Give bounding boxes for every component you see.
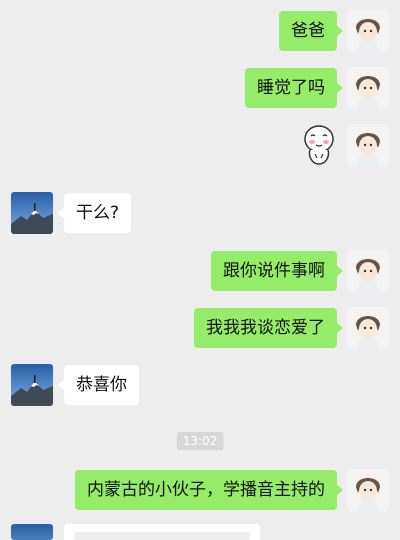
- friend-avatar[interactable]: [11, 524, 53, 540]
- blushing-face-sticker-icon[interactable]: [299, 124, 339, 166]
- my-avatar[interactable]: [347, 250, 389, 292]
- anime-character-avatar-icon: [347, 67, 389, 109]
- my-message-bubble[interactable]: 爸爸: [279, 11, 343, 51]
- mountain-landscape-avatar-icon: [11, 192, 53, 234]
- message-row: 我我我谈恋爱了: [0, 307, 400, 351]
- friend-message-bubble[interactable]: 恭喜你: [58, 365, 139, 405]
- message-row: 跟你说件事啊: [0, 250, 400, 294]
- timestamp-label: 13:02: [176, 432, 224, 450]
- message-row: 睡觉了吗: [0, 67, 400, 111]
- message-row: [0, 124, 400, 168]
- obscured-text: [74, 532, 250, 540]
- friend-avatar[interactable]: [11, 192, 53, 234]
- friend-avatar[interactable]: [11, 364, 53, 406]
- my-message-bubble[interactable]: 我我我谈恋爱了: [194, 308, 343, 348]
- my-message-bubble[interactable]: 睡觉了吗: [245, 68, 343, 108]
- message-row: 恭喜你: [0, 364, 400, 408]
- anime-character-avatar-icon: [347, 469, 389, 511]
- my-message-bubble[interactable]: 内蒙古的小伙子，学播音主持的: [75, 470, 343, 510]
- mountain-landscape-avatar-icon: [11, 364, 53, 406]
- anime-character-avatar-icon: [347, 250, 389, 292]
- message-row: 爸爸: [0, 10, 400, 54]
- my-avatar[interactable]: [347, 469, 389, 511]
- my-message-bubble[interactable]: 跟你说件事啊: [211, 251, 343, 291]
- friend-message-bubble-partial[interactable]: [64, 524, 260, 540]
- message-row: 内蒙古的小伙子，学播音主持的: [0, 469, 400, 513]
- mountain-landscape-avatar-icon: [11, 524, 53, 540]
- my-avatar[interactable]: [347, 67, 389, 109]
- anime-character-avatar-icon: [347, 124, 389, 166]
- anime-character-avatar-icon: [347, 307, 389, 349]
- anime-character-avatar-icon: [347, 10, 389, 52]
- message-row: 干么?: [0, 192, 400, 236]
- my-avatar[interactable]: [347, 10, 389, 52]
- my-avatar[interactable]: [347, 124, 389, 166]
- my-avatar[interactable]: [347, 307, 389, 349]
- chat-window: 爸爸 睡觉了吗 干么? 跟你说件事啊 我我我谈恋爱了 恭喜你 13:02 内蒙古…: [0, 0, 400, 540]
- friend-message-bubble[interactable]: 干么?: [57, 193, 132, 233]
